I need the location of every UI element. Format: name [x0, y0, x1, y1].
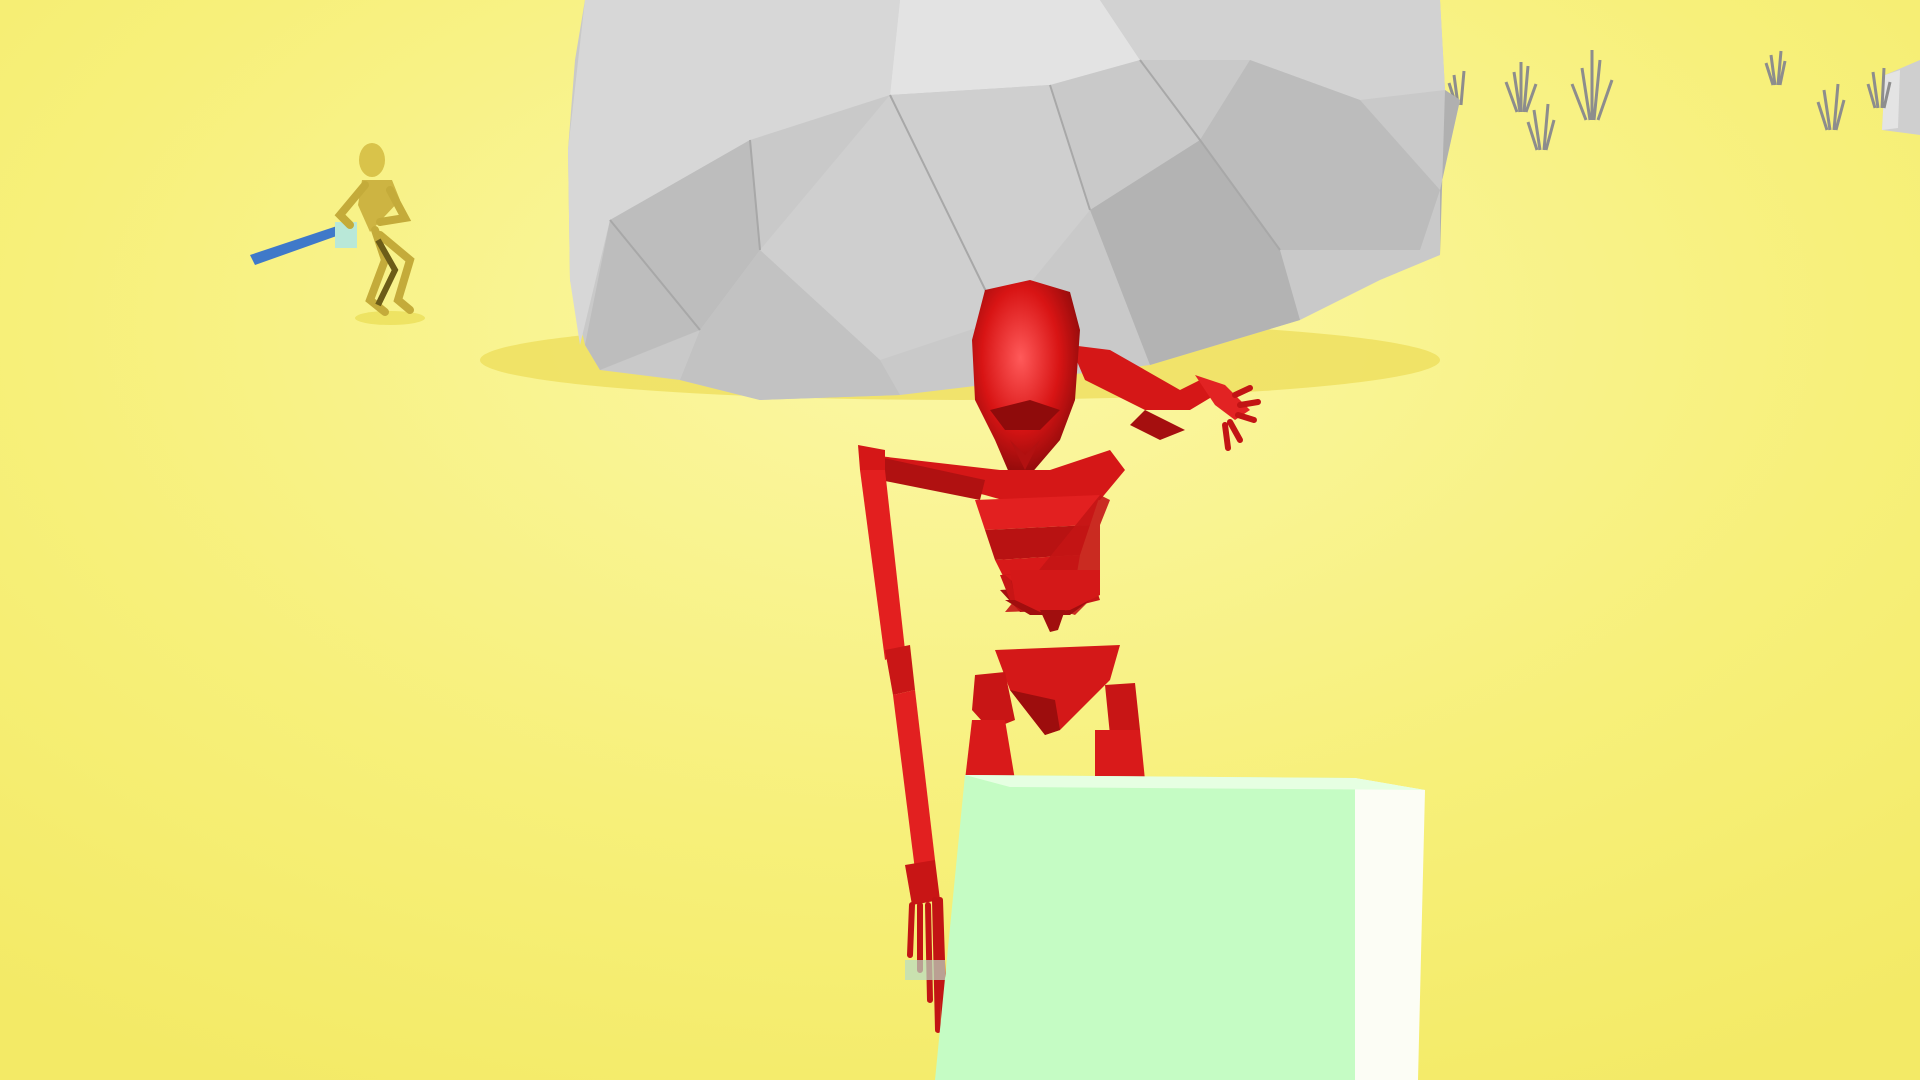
- game-viewport[interactable]: [0, 0, 1920, 1080]
- held-block: [935, 775, 1425, 1080]
- game-scene: [0, 0, 1920, 1080]
